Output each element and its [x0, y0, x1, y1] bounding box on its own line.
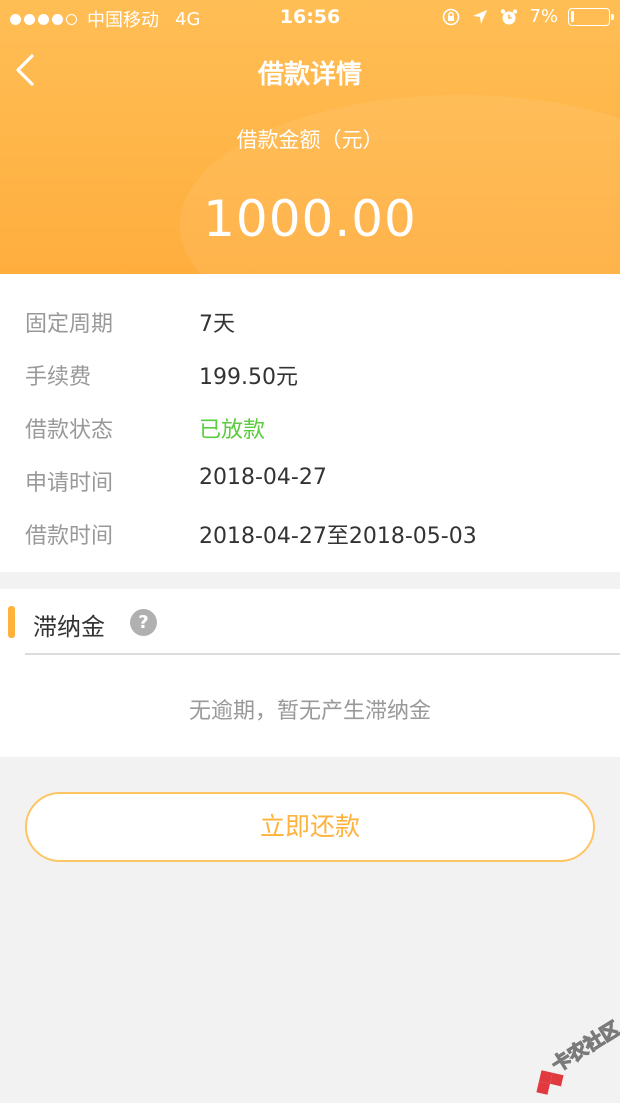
detail-value: 2018-04-27 [199, 465, 327, 490]
section-accent-bar [8, 606, 15, 638]
alarm-icon [501, 8, 518, 24]
watermark-logo: 卡农社区 [536, 1016, 620, 1095]
battery-percent: 7% [529, 6, 558, 27]
loan-status-value: 已放款 [199, 418, 266, 443]
nav-bar: 借款详情 [0, 36, 620, 104]
repay-now-button[interactable]: 立即还款 [25, 792, 595, 862]
loan-details-card: 固定周期 7天 手续费 199.50元 借款状态 已放款 申请时间 2018-0… [0, 274, 620, 572]
battery-icon [568, 7, 614, 26]
page-title: 借款详情 [257, 60, 362, 90]
detail-value: 199.50元 [199, 365, 298, 390]
detail-label: 借款状态 [25, 418, 114, 443]
detail-label: 申请时间 [25, 471, 114, 496]
late-fee-title: 滞纳金 [33, 613, 105, 641]
location-icon [473, 9, 488, 24]
detail-value: 2018-04-27至2018-05-03 [199, 524, 477, 549]
loan-amount-label: 借款金额（元） [236, 128, 384, 152]
detail-value: 7天 [199, 312, 235, 337]
detail-row-status: 借款状态 已放款 [0, 406, 620, 446]
detail-label: 手续费 [25, 365, 92, 390]
detail-label: 借款时间 [25, 524, 114, 549]
detail-row-apply-time: 申请时间 2018-04-27 [0, 459, 620, 499]
question-icon[interactable]: ? [130, 609, 157, 636]
orientation-lock-icon [443, 8, 460, 25]
loan-amount-value: 1000.00 [203, 190, 417, 248]
loan-detail-screen: 中国移动 4G 16:56 7% 借款详情 借款金额（元） 1000.00 固定… [0, 0, 620, 1103]
status-bar: 中国移动 4G 16:56 7% [0, 0, 620, 36]
detail-row-fee: 手续费 199.50元 [0, 353, 620, 393]
detail-row-period: 固定周期 7天 [0, 300, 620, 340]
svg-text:卡农社区: 卡农社区 [547, 1017, 620, 1077]
late-fee-empty-text: 无逾期，暂无产生滞纳金 [188, 699, 431, 724]
loan-header: 中国移动 4G 16:56 7% 借款详情 借款金额（元） 1000.00 [0, 0, 620, 274]
divider [25, 653, 620, 655]
detail-label: 固定周期 [25, 312, 114, 337]
late-fee-card: 滞纳金 ? 无逾期，暂无产生滞纳金 [0, 589, 620, 757]
detail-row-loan-time: 借款时间 2018-04-27至2018-05-03 [0, 512, 620, 552]
status-right: 7% [441, 6, 614, 27]
